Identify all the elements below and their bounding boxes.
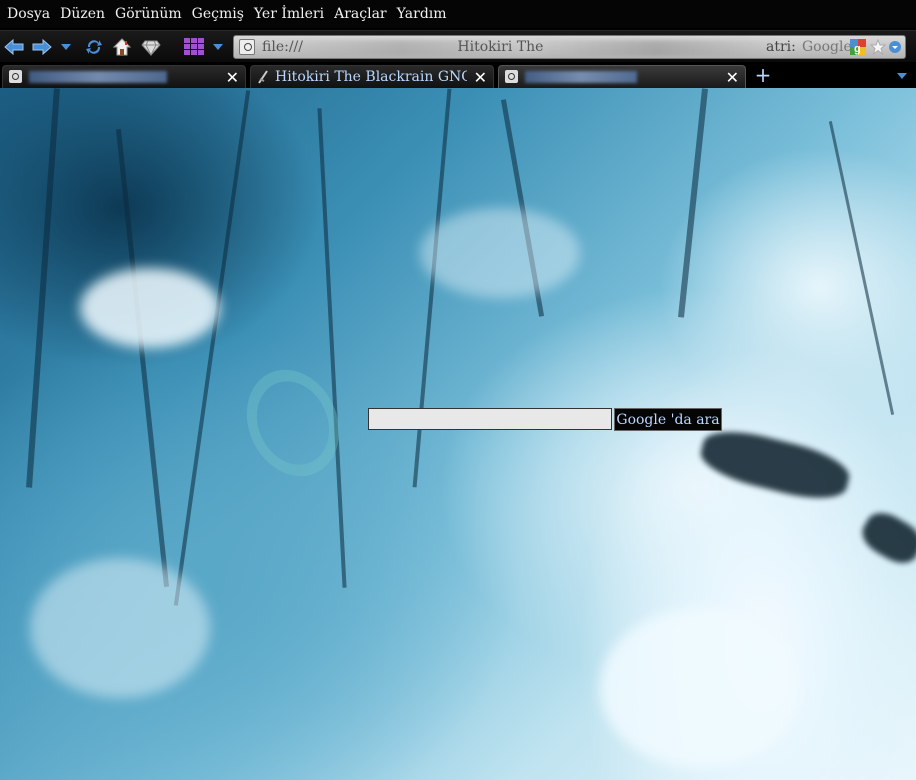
url-tail-text: atri: (766, 39, 796, 55)
forward-button[interactable] (30, 35, 54, 59)
snow-patch (600, 608, 800, 768)
reload-icon (86, 40, 102, 54)
tree-trunk (115, 128, 170, 588)
menu-edit[interactable]: Düzen (60, 6, 105, 22)
search-input[interactable] (368, 408, 612, 430)
speed-dial-dropdown[interactable] (208, 35, 228, 59)
page-icon (505, 70, 518, 83)
tab-3-active[interactable]: ✕ (498, 65, 746, 88)
home-button[interactable] (110, 35, 134, 59)
home-icon (112, 38, 132, 56)
close-icon[interactable]: ✕ (474, 68, 487, 87)
history-dropdown-button[interactable] (56, 35, 76, 59)
menu-view[interactable]: Görünüm (115, 6, 182, 22)
site-identity-icon[interactable] (239, 39, 255, 55)
tab-bar: ✕ Hitokiri The Blackrain GNO… ✕ ✕ + (0, 64, 916, 88)
menu-file[interactable]: Dosya (7, 6, 50, 22)
diamond-icon (141, 40, 161, 56)
page-content: Google 'da ara (0, 88, 916, 780)
tab-title-redaction (29, 71, 167, 83)
tree-trunk (828, 120, 895, 416)
bookmark-star-icon[interactable] (870, 39, 886, 55)
grid-icon (184, 38, 204, 55)
navigation-toolbar: file:/// Hitokiri The atri: Google g (0, 30, 916, 62)
tab-title: Hitokiri The Blackrain GNO… (275, 69, 467, 85)
url-text: file:/// Hitokiri The (262, 39, 544, 55)
creek-shadow (856, 505, 916, 571)
menu-tools[interactable]: Araçlar (334, 6, 387, 22)
new-tab-button[interactable]: + (752, 64, 774, 86)
tree-trunk (173, 90, 251, 606)
tab-title-redaction (525, 71, 637, 83)
tab-list-dropdown[interactable] (896, 71, 908, 81)
svg-text:g: g (854, 43, 861, 55)
back-button[interactable] (2, 35, 26, 59)
forward-arrow-icon (32, 38, 52, 56)
extension-button[interactable] (139, 35, 163, 59)
tab-2[interactable]: Hitokiri The Blackrain GNO… ✕ (250, 65, 494, 88)
snow-patch (420, 208, 580, 298)
plus-icon: + (754, 63, 772, 87)
close-icon[interactable]: ✕ (726, 68, 739, 87)
speed-dial-button[interactable] (182, 35, 206, 59)
tree-trunk (317, 108, 347, 588)
tab-1[interactable]: ✕ (2, 65, 246, 88)
snow-patch (30, 558, 210, 698)
back-arrow-icon (4, 38, 24, 56)
page-icon (9, 70, 22, 83)
chevron-down-icon (213, 44, 223, 50)
dropdown-icon[interactable] (888, 40, 902, 54)
tree-trunk (26, 88, 60, 488)
url-bar[interactable]: file:/// Hitokiri The atri: Google g (233, 35, 906, 59)
close-icon[interactable]: ✕ (226, 68, 239, 87)
google-icon[interactable]: g (850, 39, 866, 55)
menu-help[interactable]: Yardım (397, 6, 447, 22)
menu-history[interactable]: Geçmiş (192, 6, 244, 22)
snow-patch (80, 268, 220, 348)
sword-icon (258, 70, 268, 84)
search-engine-label: Google (802, 39, 852, 55)
chevron-down-icon (61, 44, 71, 50)
creek-shadow (696, 422, 854, 508)
reload-button[interactable] (82, 35, 106, 59)
tree-trunk (677, 88, 709, 318)
menu-bar: Dosya Düzen Görünüm Geçmiş Yer İmleri Ar… (0, 0, 916, 28)
menu-bookmarks[interactable]: Yer İmleri (254, 6, 324, 22)
google-search-button[interactable]: Google 'da ara (614, 408, 722, 431)
